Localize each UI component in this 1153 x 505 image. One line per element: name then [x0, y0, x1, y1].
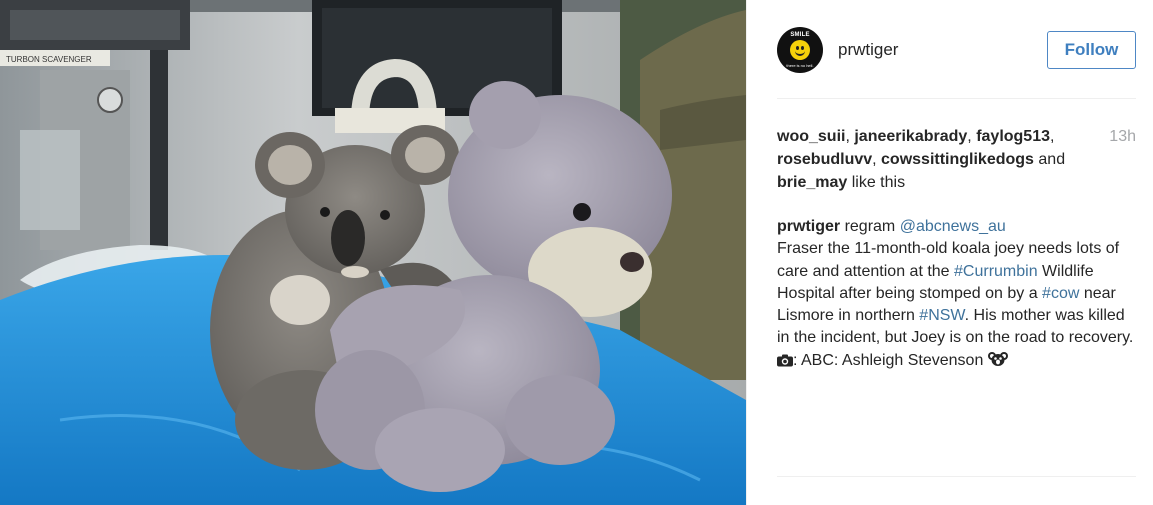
likes-and: and — [1033, 151, 1066, 168]
smiley-icon — [790, 40, 810, 60]
camera-icon — [777, 352, 793, 374]
follow-button[interactable]: Follow — [1047, 31, 1136, 69]
likes-separator: , — [845, 128, 855, 145]
hashtag-nsw-link[interactable]: #NSW — [919, 307, 964, 324]
liker-link[interactable]: brie_may — [777, 174, 847, 191]
likes-separator: , — [1050, 128, 1055, 145]
post-side-panel: SMILE there is no hell. prwtiger Follow … — [746, 0, 1153, 505]
likes-separator: , — [872, 151, 882, 168]
likes-text: woo_suii, janeerikabrady, faylog513, ros… — [777, 125, 1095, 194]
likes-suffix: like this — [847, 174, 906, 191]
avatar[interactable]: SMILE there is no hell. — [777, 27, 823, 73]
liker-link[interactable]: faylog513 — [976, 128, 1050, 145]
post-caption: prwtiger regram @abcnews_au Fraser the 11… — [777, 216, 1136, 374]
caption-text: : ABC: Ashleigh Stevenson — [793, 351, 988, 369]
hashtag-currumbin-link[interactable]: #Currumbin — [954, 263, 1038, 280]
likes-section: 13h woo_suii, janeerikabrady, faylog513,… — [777, 125, 1136, 194]
post-photo[interactable]: TURBON SCAVENGER — [0, 0, 746, 505]
regram-handle-link[interactable]: @abcnews_au — [900, 218, 1006, 235]
koala-teddy-image: TURBON SCAVENGER — [0, 0, 746, 505]
timestamp[interactable]: 13h — [1109, 125, 1136, 148]
liker-link[interactable]: rosebudluvv — [777, 151, 872, 168]
hashtag-cow-link[interactable]: #cow — [1042, 285, 1079, 302]
caption-regram-text: regram — [840, 218, 900, 235]
liker-link[interactable]: cowssittinglikedogs — [881, 151, 1034, 168]
header-divider — [777, 98, 1136, 99]
liker-link[interactable]: woo_suii — [777, 128, 845, 145]
post-header: SMILE there is no hell. prwtiger Follow — [777, 26, 1136, 74]
caption-author-link[interactable]: prwtiger — [777, 218, 840, 235]
likes-separator: , — [967, 128, 977, 145]
equipment-sign: TURBON SCAVENGER — [6, 55, 92, 64]
footer-divider — [777, 476, 1136, 477]
avatar-bottom-text: there is no hell. — [786, 63, 814, 68]
username-link[interactable]: prwtiger — [838, 40, 1047, 60]
liker-link[interactable]: janeerikabrady — [854, 128, 967, 145]
koala-face-icon — [987, 351, 1008, 374]
avatar-top-text: SMILE — [790, 32, 810, 38]
